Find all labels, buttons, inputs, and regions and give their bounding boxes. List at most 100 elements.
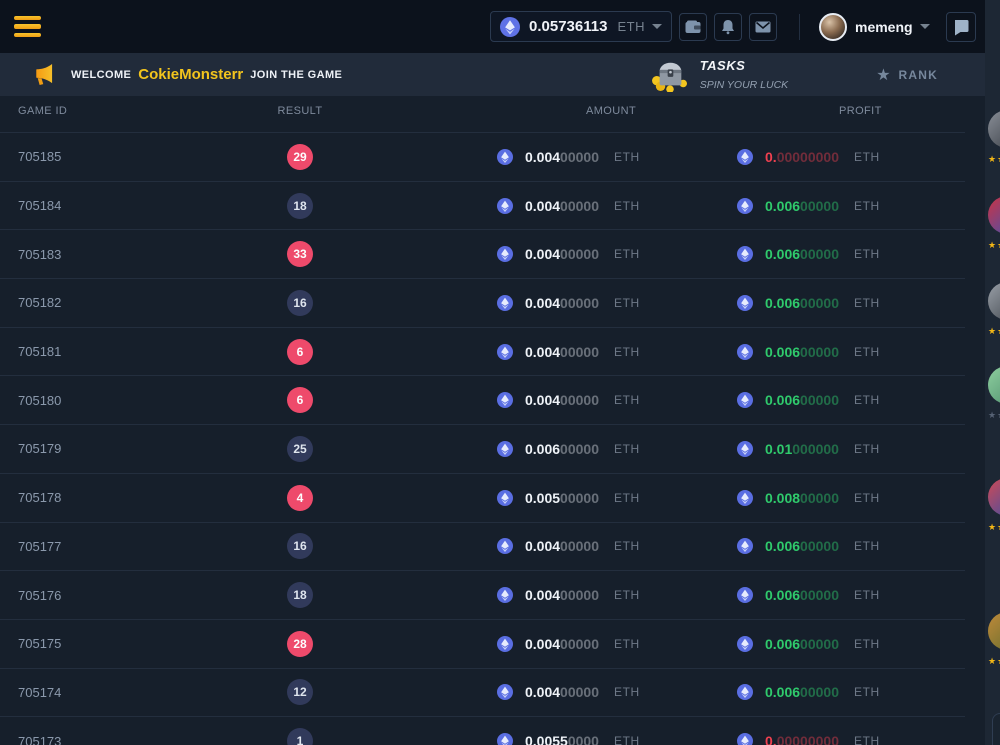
topbar-divider xyxy=(799,14,800,40)
profit-value-group: 0.00600000 xyxy=(765,246,854,262)
avatar[interactable] xyxy=(988,366,1000,404)
eth-coin-icon xyxy=(737,392,753,408)
table-row[interactable]: 705174 12 0.00400000 ETH 0.00600000 ETH xyxy=(0,669,965,718)
amount-zeros: 00000 xyxy=(560,441,599,457)
avatar[interactable] xyxy=(988,612,1000,650)
profit-zeros: 00000 xyxy=(800,295,839,311)
table-row[interactable]: 705175 28 0.00400000 ETH 0.00600000 ETH xyxy=(0,620,965,669)
envelope-icon xyxy=(754,18,772,36)
eth-coin-icon xyxy=(737,733,753,745)
chat-message-item: ★★★ xyxy=(988,196,1000,251)
currency-label: ETH xyxy=(614,150,640,164)
welcome-username: CokieMonsterr xyxy=(138,66,243,83)
messages-button[interactable] xyxy=(749,13,777,41)
table-row[interactable]: 705177 16 0.00400000 ETH 0.00600000 ETH xyxy=(0,523,965,572)
tasks-button[interactable]: TASKS SPIN YOUR LUCK xyxy=(650,57,789,93)
amount-value-group: 0.00400000 xyxy=(525,587,614,603)
avatar[interactable] xyxy=(988,196,1000,234)
amount-value: 0.005 xyxy=(525,490,560,506)
hamburger-menu-icon[interactable] xyxy=(14,16,41,38)
profit-value-group: 0.01000000 xyxy=(765,441,854,457)
table-row[interactable]: 705179 25 0.00600000 ETH 0.01000000 ETH xyxy=(0,425,965,474)
profit-zeros: 00000 xyxy=(800,587,839,603)
table-header-row: GAME ID RESULT AMOUNT PROFIT xyxy=(0,96,965,133)
profit-value-group: 0.00600000 xyxy=(765,684,854,700)
profit-value: 0. xyxy=(765,733,777,745)
eth-coin-icon xyxy=(500,17,520,37)
eth-coin-icon xyxy=(737,198,753,214)
header-result: RESULT xyxy=(180,105,420,123)
treasure-chest-icon xyxy=(650,58,690,92)
profit-zeros: 00000 xyxy=(800,392,839,408)
rank-button[interactable]: ★ RANK xyxy=(876,65,938,85)
table-row[interactable]: 705180 6 0.00400000 ETH 0.00600000 ETH xyxy=(0,376,965,425)
wallet-button[interactable] xyxy=(679,13,707,41)
amount-value: 0.004 xyxy=(525,392,560,408)
eth-coin-icon xyxy=(497,636,513,652)
chat-input[interactable] xyxy=(992,713,1000,745)
currency-label: ETH xyxy=(854,685,880,699)
welcome-prefix: WELCOME xyxy=(71,69,131,81)
eth-coin-icon xyxy=(737,587,753,603)
profit-zeros: 00000 xyxy=(800,246,839,262)
table-row[interactable]: 705178 4 0.00500000 ETH 0.00800000 ETH xyxy=(0,474,965,523)
table-row[interactable]: 705183 33 0.00400000 ETH 0.00600000 ETH xyxy=(0,230,965,279)
profit-zeros: 00000 xyxy=(800,684,839,700)
table-row[interactable]: 705184 18 0.00400000 ETH 0.00600000 ETH xyxy=(0,182,965,231)
amount-zeros: 00000 xyxy=(560,246,599,262)
amount-value-group: 0.00400000 xyxy=(525,149,614,165)
amount-value-group: 0.00400000 xyxy=(525,636,614,652)
amount-value-group: 0.00400000 xyxy=(525,344,614,360)
table-row[interactable]: 705185 29 0.00400000 ETH 0.00000000 ETH xyxy=(0,133,965,182)
eth-coin-icon xyxy=(497,344,513,360)
user-menu[interactable]: memeng xyxy=(819,13,930,41)
table-row[interactable]: 705181 6 0.00400000 ETH 0.00600000 ETH xyxy=(0,328,965,377)
avatar[interactable] xyxy=(988,282,1000,320)
table-row[interactable]: 705176 18 0.00400000 ETH 0.00600000 ETH xyxy=(0,571,965,620)
eth-coin-icon xyxy=(737,636,753,652)
avatar[interactable] xyxy=(988,110,1000,148)
eth-coin-icon xyxy=(737,295,753,311)
result-badge: 29 xyxy=(287,144,313,170)
star-rating: ★★★ xyxy=(988,522,1000,533)
currency-label: ETH xyxy=(854,296,880,310)
chevron-down-icon xyxy=(920,24,930,29)
amount-value-group: 0.00500000 xyxy=(525,490,614,506)
game-id: 705175 xyxy=(18,636,61,651)
profit-zeros: 00000000 xyxy=(777,733,839,745)
profit-value: 0.006 xyxy=(765,587,800,603)
currency-label: ETH xyxy=(854,345,880,359)
game-id: 705185 xyxy=(18,149,61,164)
star-icon: ★ xyxy=(876,65,890,85)
currency-label: ETH xyxy=(614,539,640,553)
eth-coin-icon xyxy=(737,538,753,554)
top-bar: 0.05736113 ETH memeng xyxy=(0,0,1000,53)
balance-selector[interactable]: 0.05736113 ETH xyxy=(490,11,672,42)
eth-coin-icon xyxy=(497,392,513,408)
result-badge: 16 xyxy=(287,290,313,316)
eth-coin-icon xyxy=(497,587,513,603)
avatar[interactable] xyxy=(988,478,1000,516)
currency-label: ETH xyxy=(854,199,880,213)
rank-label: RANK xyxy=(899,68,938,82)
profit-zeros: 00000 xyxy=(800,636,839,652)
amount-value: 0.004 xyxy=(525,246,560,262)
game-id: 705173 xyxy=(18,734,61,745)
table-row[interactable]: 705173 1 0.00550000 ETH 0.00000000 ETH xyxy=(0,717,965,745)
game-id: 705174 xyxy=(18,685,61,700)
notifications-button[interactable] xyxy=(714,13,742,41)
currency-label: ETH xyxy=(614,345,640,359)
chat-message-item: ★★★ xyxy=(988,110,1000,165)
table-row[interactable]: 705182 16 0.00400000 ETH 0.00600000 ETH xyxy=(0,279,965,328)
chat-toggle-button[interactable] xyxy=(946,12,976,42)
result-badge: 16 xyxy=(287,533,313,559)
amount-zeros: 00000 xyxy=(560,295,599,311)
amount-value: 0.004 xyxy=(525,149,560,165)
profit-value-group: 0.00000000 xyxy=(765,149,854,165)
chat-bubble-icon xyxy=(951,17,971,37)
amount-value: 0.004 xyxy=(525,636,560,652)
chevron-down-icon xyxy=(652,24,662,29)
currency-label: ETH xyxy=(854,734,880,745)
amount-value-group: 0.00400000 xyxy=(525,198,614,214)
eth-coin-icon xyxy=(737,149,753,165)
